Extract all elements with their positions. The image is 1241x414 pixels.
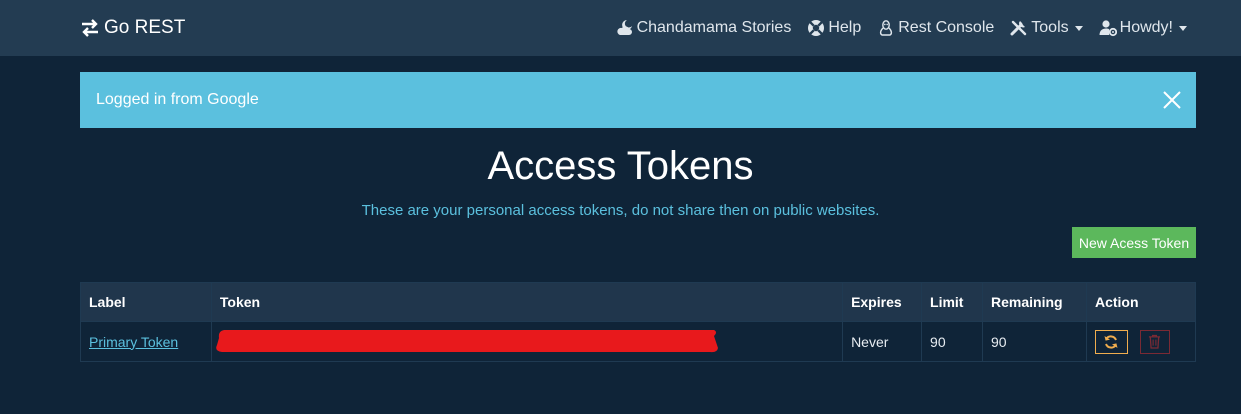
token-value-cell — [210, 321, 844, 362]
top-navbar: Go REST Chandamama Stories Help Rest Con… — [0, 0, 1241, 56]
nav-item-help[interactable]: Help — [807, 19, 861, 37]
trash-icon — [1149, 334, 1161, 349]
column-header-limit: Limit — [921, 282, 984, 322]
token-limit-cell: 90 — [921, 321, 984, 362]
token-label-link[interactable]: Primary Token — [89, 334, 178, 350]
user-cog-icon — [1099, 20, 1117, 37]
column-header-remaining: Remaining — [982, 282, 1087, 322]
nav-label-help: Help — [828, 19, 862, 36]
redaction-mark — [216, 330, 718, 353]
nav-item-rest-console[interactable]: Rest Console — [877, 19, 994, 37]
tools-icon — [1010, 20, 1027, 36]
nav-label-tools: Tools — [1031, 19, 1069, 36]
token-action-cell — [1085, 321, 1197, 362]
token-expires-cell: Never — [842, 321, 923, 362]
new-access-token-button[interactable]: New Acess Token — [1072, 227, 1196, 258]
access-tokens-table: Label Token Expires Limit Remaining Acti… — [80, 282, 1197, 362]
refresh-token-button[interactable] — [1094, 329, 1128, 354]
table-row: Primary Token Never 90 90 — [80, 321, 1197, 362]
brand-link[interactable]: Go REST — [80, 16, 185, 40]
nav-item-tools[interactable]: Tools — [1010, 19, 1083, 37]
column-header-token: Token — [210, 282, 844, 322]
alert-message: Logged in from Google — [96, 91, 259, 108]
chevron-down-icon — [1074, 25, 1083, 31]
exchange-arrows-icon — [82, 19, 98, 37]
linux-icon — [880, 20, 893, 36]
nav-item-howdy[interactable]: Howdy! — [1099, 19, 1187, 37]
nav-menu: Chandamama Stories Help Rest Console Too… — [616, 16, 1187, 40]
nav-label-rest-console: Rest Console — [898, 19, 995, 36]
action-buttons — [1094, 329, 1187, 354]
chevron-down-icon — [1179, 25, 1187, 31]
delete-token-button[interactable] — [1139, 329, 1170, 354]
nav-item-chandamama-stories[interactable]: Chandamama Stories — [616, 19, 792, 37]
nav-label-chandamama-stories: Chandamama Stories — [636, 19, 792, 36]
page-subtitle: These are your personal access tokens, d… — [361, 202, 880, 219]
page-title: Access Tokens — [487, 144, 754, 188]
login-alert: Logged in from Google — [80, 72, 1196, 128]
column-header-label: Label — [80, 282, 212, 322]
refresh-icon — [1104, 334, 1118, 349]
column-header-action: Action — [1085, 282, 1197, 322]
cloud-moon-icon — [616, 20, 632, 35]
table-header-row: Label Token Expires Limit Remaining Acti… — [80, 282, 1197, 322]
nav-label-howdy: Howdy! — [1119, 19, 1173, 36]
column-header-expires: Expires — [842, 282, 923, 322]
token-remaining-cell: 90 — [982, 321, 1087, 362]
lifebuoy-icon — [808, 20, 825, 36]
close-icon[interactable] — [1162, 90, 1182, 110]
brand-name: Go REST — [104, 17, 186, 38]
token-label-cell: Primary Token — [80, 321, 212, 362]
